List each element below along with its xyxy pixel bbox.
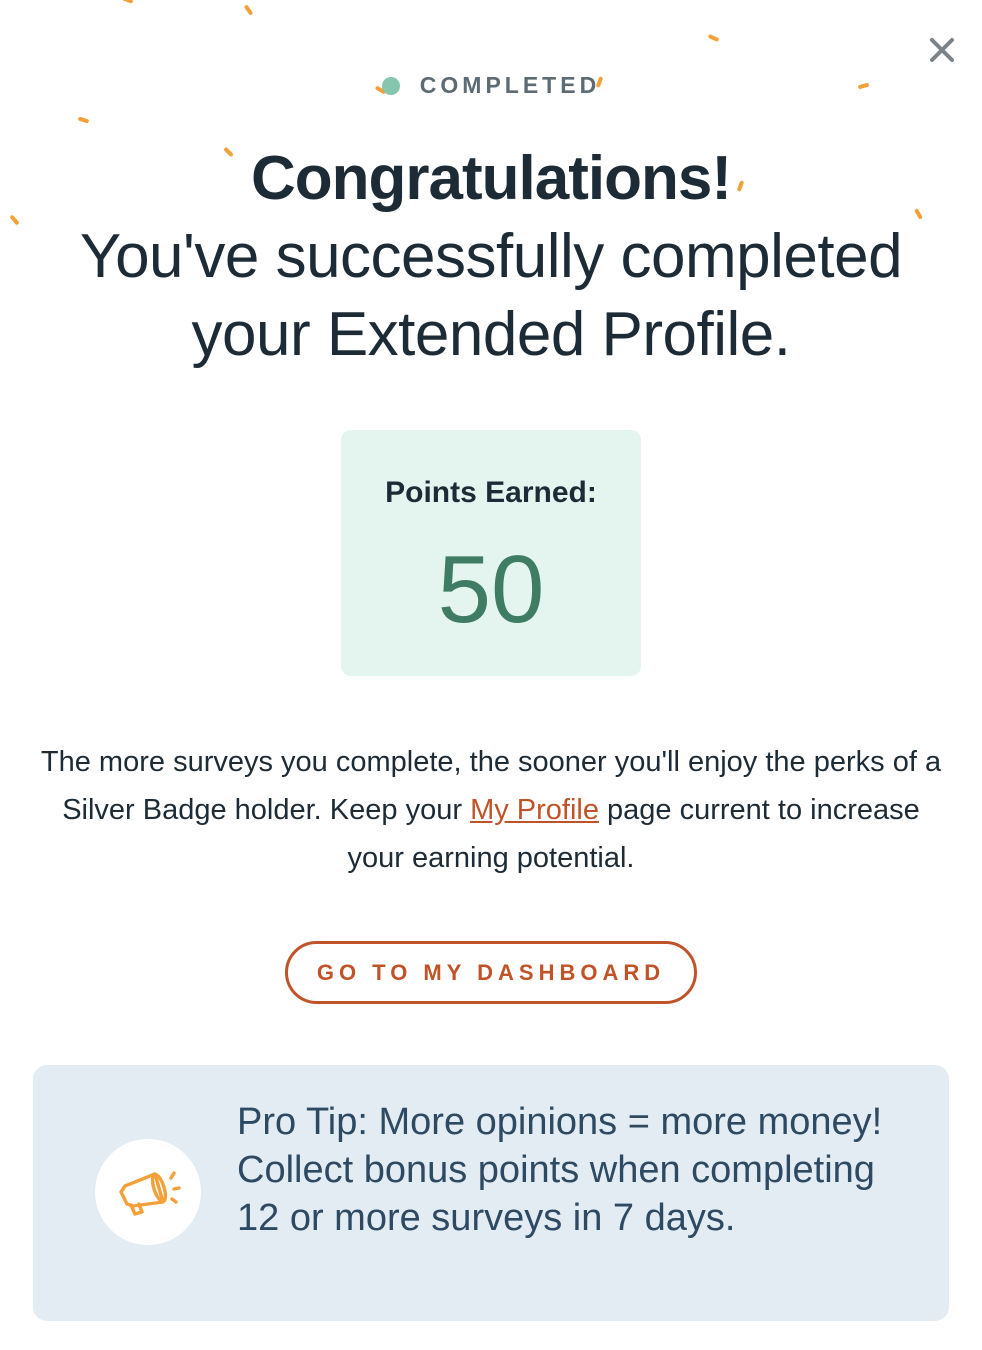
close-icon <box>930 38 954 62</box>
confetti-piece <box>77 116 90 124</box>
status-indicator: COMPLETED <box>0 72 982 99</box>
points-label: Points Earned: <box>385 476 597 509</box>
my-profile-link[interactable]: My Profile <box>470 794 599 826</box>
confetti-piece <box>707 33 720 43</box>
status-label: COMPLETED <box>419 72 601 98</box>
confetti-piece <box>243 4 254 16</box>
description-text: The more surveys you complete, the soone… <box>30 738 952 882</box>
title-line-3: your Extended Profile. <box>191 300 791 369</box>
close-button[interactable] <box>924 32 960 68</box>
title-line-2: You've successfully completed <box>79 222 903 291</box>
megaphone-icon <box>119 1171 181 1216</box>
confetti-piece <box>121 0 134 4</box>
points-card: Points Earned: 50 <box>341 430 641 676</box>
points-value: 50 <box>437 536 545 643</box>
pro-tip-card: Pro Tip: More opinions = more money! Col… <box>33 1065 949 1321</box>
title-line-congratulations: Congratulations! <box>251 144 732 213</box>
completion-modal: COMPLETED Congratulations! You've succes… <box>0 0 982 1350</box>
pro-tip-text: Pro Tip: More opinions = more money! Col… <box>237 1101 883 1239</box>
megaphone-icon-badge <box>95 1139 201 1245</box>
go-to-dashboard-button[interactable]: GO TO MY DASHBOARD <box>285 941 697 1004</box>
status-dot-icon <box>381 76 400 95</box>
page-title: Congratulations! You've successfully com… <box>0 140 982 374</box>
